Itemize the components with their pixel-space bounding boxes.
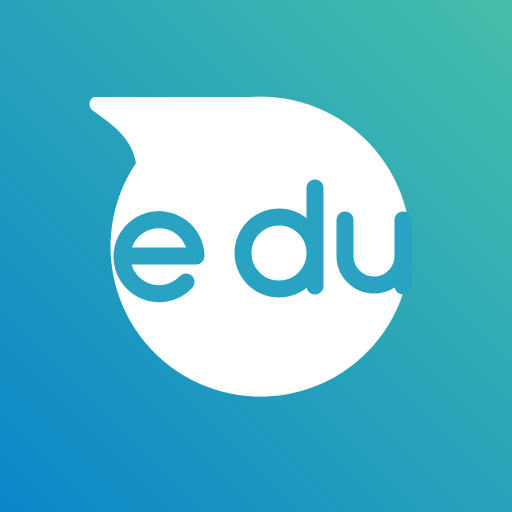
- edu-logo: [0, 0, 512, 512]
- app-icon: [0, 0, 512, 512]
